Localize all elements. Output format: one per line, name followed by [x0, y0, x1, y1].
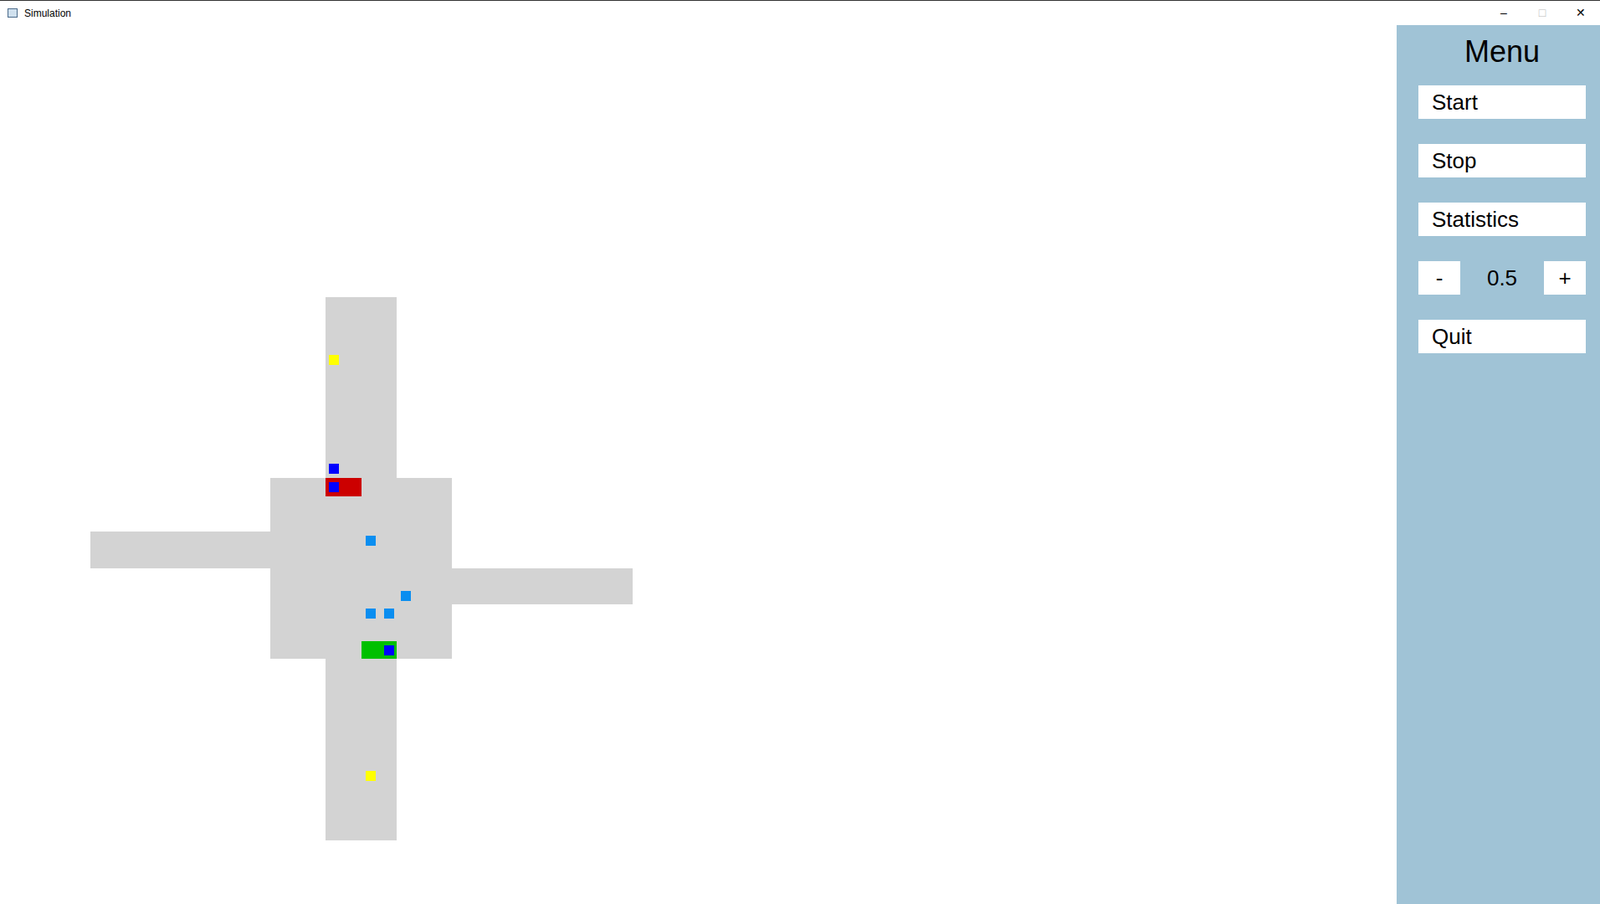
- menu-panel: Menu Start Stop Statistics - 0.5 + Quit: [1396, 25, 1600, 904]
- vehicle: [365, 608, 376, 619]
- vehicle: [328, 354, 339, 365]
- stop-button[interactable]: Stop: [1418, 143, 1586, 178]
- window-title: Simulation: [24, 5, 72, 21]
- speed-control: - 0.5 +: [1418, 261, 1586, 295]
- maximize-button[interactable]: □: [1523, 0, 1562, 26]
- vehicle: [328, 463, 339, 474]
- vehicle: [328, 482, 339, 493]
- vehicle: [384, 645, 395, 656]
- title-bar: Simulation –□✕: [0, 0, 1600, 26]
- vehicle: [365, 535, 376, 546]
- road: [451, 568, 633, 605]
- start-button[interactable]: Start: [1418, 85, 1586, 119]
- speed-value: 0.5: [1487, 266, 1518, 289]
- app-icon: [7, 8, 18, 18]
- decrease-speed-button[interactable]: -: [1418, 261, 1461, 295]
- quit-button[interactable]: Quit: [1418, 319, 1586, 354]
- vehicle: [384, 608, 395, 619]
- statistics-button[interactable]: Statistics: [1418, 202, 1586, 236]
- vehicle: [400, 590, 411, 601]
- road: [270, 477, 452, 659]
- vehicle: [365, 770, 376, 781]
- increase-speed-button[interactable]: +: [1543, 261, 1586, 295]
- road: [90, 531, 271, 569]
- simulation-canvas: [0, 25, 1397, 904]
- menu-title: Menu: [1464, 36, 1540, 67]
- simulation-window: Simulation –□✕ Menu Start Stop Statistics - 0.5…: [0, 0, 1600, 904]
- close-button[interactable]: ✕: [1561, 0, 1600, 26]
- minimize-button[interactable]: –: [1484, 0, 1524, 26]
